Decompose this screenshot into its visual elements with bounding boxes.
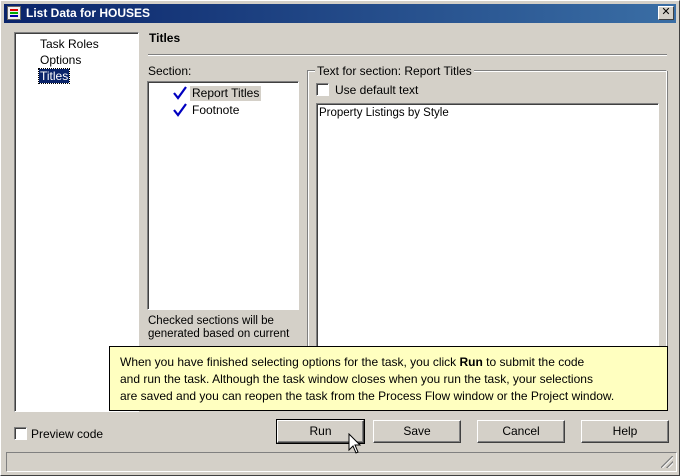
- note-line: Checked sections will be: [148, 315, 274, 327]
- section-item-label: Footnote: [192, 102, 240, 117]
- close-icon[interactable]: ✕: [658, 6, 674, 20]
- section-label: Section:: [148, 64, 192, 78]
- check-icon[interactable]: [172, 102, 188, 118]
- divider: [148, 54, 667, 56]
- preview-code-checkbox[interactable]: [14, 427, 27, 440]
- instruction-tooltip: When you have finished selecting options…: [109, 346, 668, 411]
- section-list: Report Titles Footnote: [147, 81, 299, 310]
- title-bar[interactable]: List Data for HOUSES ✕: [4, 4, 676, 23]
- resize-grip-icon[interactable]: [661, 456, 673, 468]
- nav-item-titles[interactable]: Titles: [37, 68, 71, 84]
- tooltip-text: to submit the code: [482, 355, 585, 369]
- tooltip-line-1: When you have finished selecting options…: [120, 354, 657, 371]
- use-default-checkbox[interactable]: [316, 83, 329, 96]
- status-bar: [6, 452, 677, 472]
- section-item-report-titles[interactable]: Report Titles: [172, 85, 262, 101]
- section-item-footnote[interactable]: Footnote: [172, 102, 241, 118]
- check-icon[interactable]: [172, 85, 188, 101]
- section-item-label: Report Titles: [190, 85, 262, 101]
- preview-code-label: Preview code: [31, 427, 104, 441]
- nav-item-options[interactable]: Options: [39, 53, 82, 67]
- use-default-label: Use default text: [335, 83, 419, 97]
- mouse-cursor-icon: [348, 433, 362, 454]
- checked-sections-note: Checked sections will be generated based…: [148, 315, 298, 341]
- window-title: List Data for HOUSES: [26, 6, 151, 20]
- section-text-area[interactable]: Property Listings by Style: [316, 103, 659, 363]
- dialog-window: List Data for HOUSES ✕ Task Roles Option…: [0, 0, 680, 476]
- note-line: generated based on current: [148, 328, 290, 340]
- tooltip-line-3: are saved and you can reopen the task fr…: [120, 389, 615, 403]
- tooltip-text: When you have finished selecting options…: [120, 355, 460, 369]
- save-button[interactable]: Save: [373, 420, 461, 443]
- text-group-label: Text for section: Report Titles: [315, 64, 474, 78]
- tooltip-line-2: and run the task. Although the task wind…: [120, 372, 593, 386]
- panel-title: Titles: [149, 31, 181, 45]
- tooltip-bold: Run: [459, 355, 483, 369]
- app-icon: [7, 6, 21, 20]
- help-button[interactable]: Help: [581, 420, 669, 443]
- nav-item-task-roles[interactable]: Task Roles: [39, 37, 100, 51]
- cancel-button[interactable]: Cancel: [477, 420, 565, 443]
